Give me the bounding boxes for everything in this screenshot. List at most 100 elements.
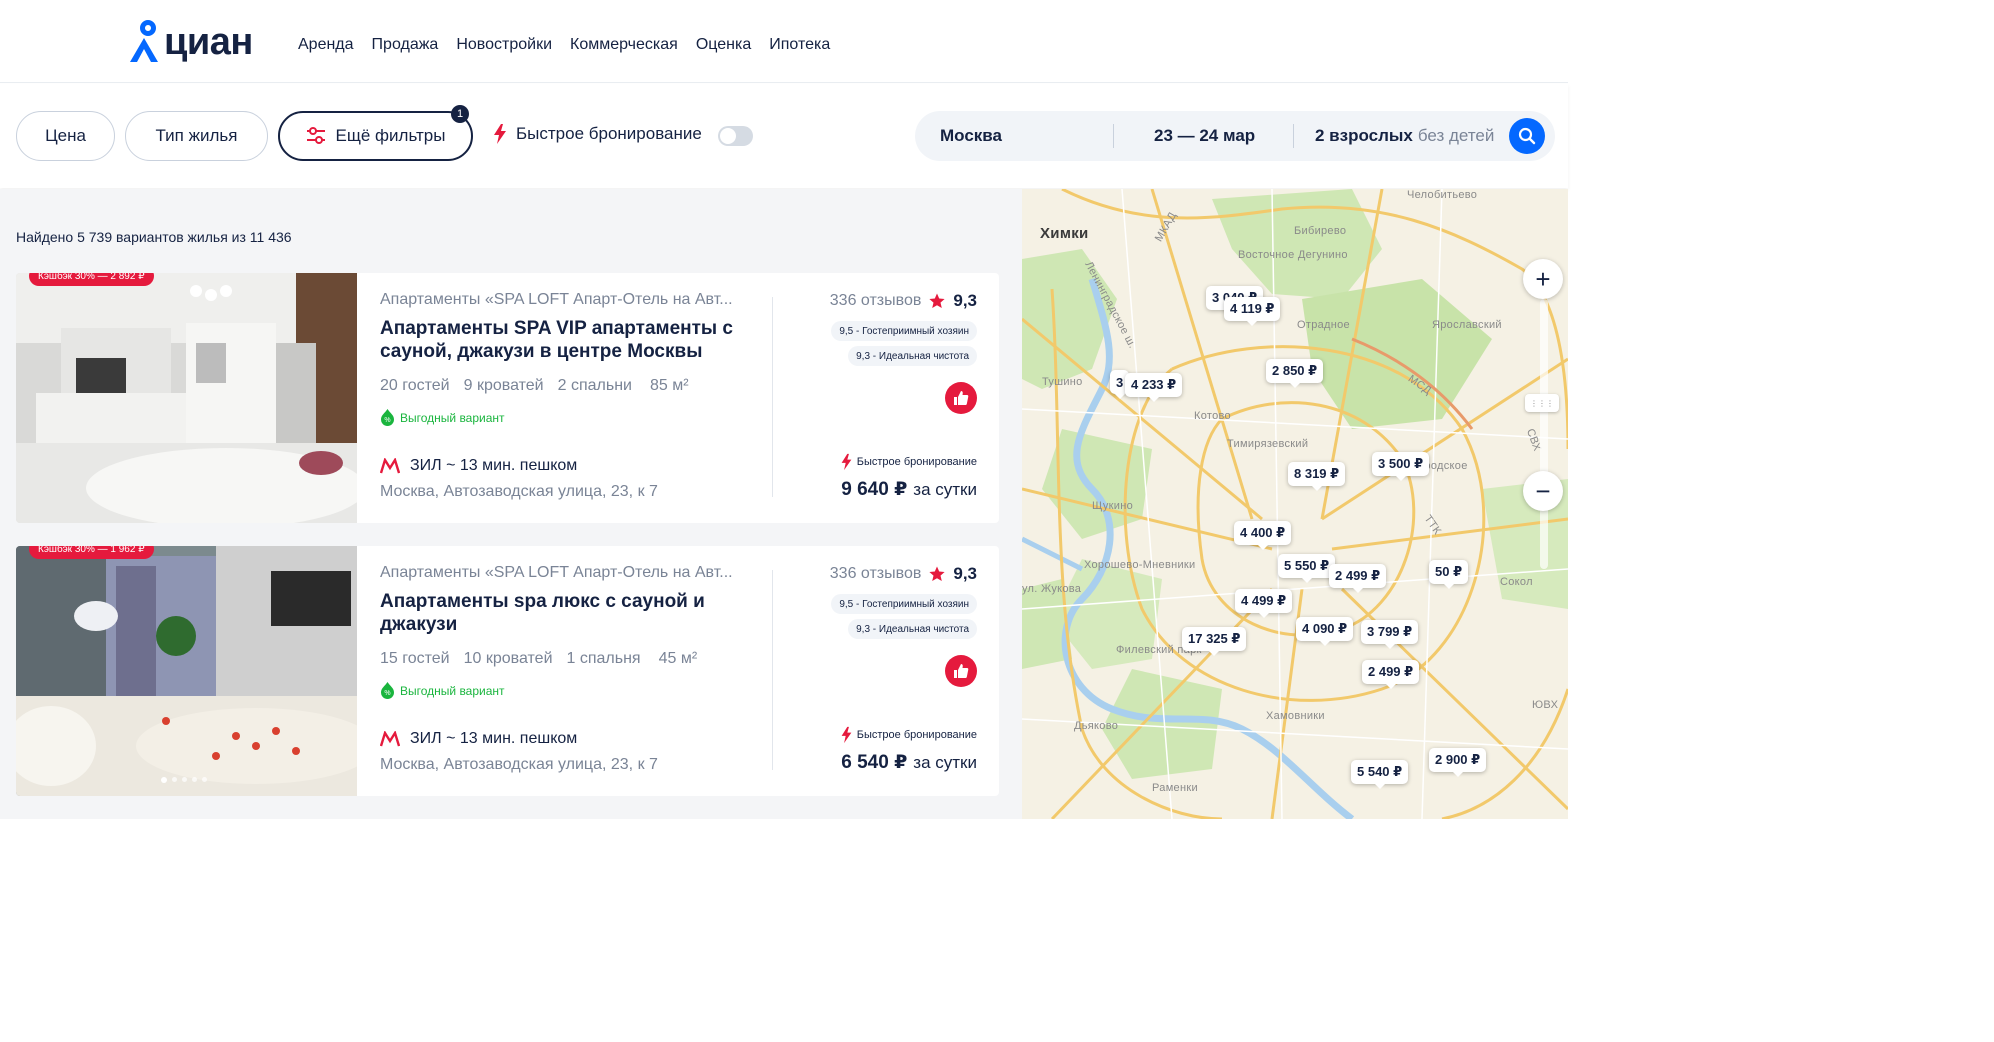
filter-bar: Цена Тип жилья Ещё фильтры 1 Быстрое бро…: [0, 84, 1568, 188]
price-pin[interactable]: 4 233 ₽: [1125, 373, 1183, 402]
nav-mortgage[interactable]: Ипотека: [769, 36, 830, 54]
price-pin[interactable]: 2 900 ₽: [1429, 748, 1487, 777]
guests-count: 15 гостей: [380, 650, 450, 667]
nav-valuation[interactable]: Оценка: [696, 36, 751, 54]
star-icon: [929, 566, 945, 581]
map-label: Тимирязевский: [1227, 438, 1309, 450]
map-label: Хамовники: [1266, 710, 1325, 722]
map-label: Сокол: [1500, 576, 1533, 588]
search-button[interactable]: [1509, 118, 1545, 154]
nav-new-buildings[interactable]: Новостройки: [456, 36, 552, 54]
housing-type-filter-button[interactable]: Тип жилья: [125, 111, 268, 161]
nav-rent[interactable]: Аренда: [298, 36, 354, 54]
price-pin[interactable]: 8 319 ₽: [1288, 462, 1346, 491]
listing-title[interactable]: Апартаменты spa люкс с сауной и джакузи: [380, 590, 740, 636]
price-filter-label: Цена: [45, 126, 86, 145]
price-pin[interactable]: 4 119 ₽: [1224, 297, 1281, 326]
nav-commercial[interactable]: Коммерческая: [570, 36, 678, 54]
thumbs-up-icon: [954, 664, 969, 678]
search-bar: Москва 23 — 24 мар 2 взрослых без детей: [915, 111, 1555, 161]
listing-info: Апартаменты «SPA LOFT Апарт-Отель на Авт…: [380, 273, 760, 523]
beds-count: 10 кроватей: [463, 650, 553, 667]
nav-sale[interactable]: Продажа: [372, 36, 439, 54]
listing-title[interactable]: Апартаменты SPA VIP апартаменты с сауной…: [380, 317, 740, 363]
map-label: Дьяково: [1074, 720, 1119, 732]
photo-pagination[interactable]: [161, 777, 207, 783]
quick-booking-toggle[interactable]: [718, 126, 753, 146]
rating-tag-host: 9,5 - Гостеприимный хозяин: [831, 594, 977, 614]
more-filters-button[interactable]: Ещё фильтры 1: [278, 105, 473, 161]
map[interactable]: Химки Челобитьево МКАД Бибирево Восточно…: [1022, 189, 1568, 819]
price-pin[interactable]: 2 499 ₽: [1329, 564, 1387, 593]
map-label: Раменки: [1152, 782, 1198, 794]
listing-side: 336 отзывов 9,3 9,5 - Гостеприимный хозя…: [776, 273, 977, 523]
listing-card[interactable]: Кэшбэк 30% — 2 892 ₽ Апартаменты «SPA LO…: [16, 273, 999, 523]
results-list: Найдено 5 739 вариантов жилья из 11 436 …: [0, 189, 1022, 819]
dates-field[interactable]: 23 — 24 мар: [1154, 111, 1255, 161]
metro-icon: [380, 458, 400, 474]
lightning-icon: [494, 124, 506, 144]
city-field[interactable]: Москва: [940, 111, 1002, 161]
main-nav: Аренда Продажа Новостройки Коммерческая …: [298, 36, 830, 54]
results-count: Найдено 5 739 вариантов жилья из 11 436: [16, 229, 292, 245]
like-button[interactable]: [945, 382, 977, 414]
listing-specs: 20 гостей 9 кроватей 2 спальни 85 м²: [380, 377, 689, 395]
price-pin[interactable]: 4 400 ₽: [1234, 521, 1292, 550]
map-label: ул. Жукова: [1022, 583, 1082, 595]
map-label: Челобитьево: [1407, 189, 1478, 201]
quick-booking-label: Быстрое бронирование: [840, 726, 977, 744]
logo[interactable]: циан: [126, 14, 253, 64]
price-pin[interactable]: 3 799 ₽: [1361, 620, 1419, 649]
lightning-icon: [841, 453, 852, 471]
map-label: Бибирево: [1294, 225, 1347, 237]
price-pin[interactable]: 4 090 ₽: [1296, 617, 1354, 646]
zoom-slider[interactable]: [1540, 299, 1548, 569]
zoom-in-icon: +: [1535, 263, 1551, 294]
rating-tag-host: 9,5 - Гостеприимный хозяин: [831, 321, 977, 341]
zoom-slider-handle[interactable]: ⋮⋮⋮: [1525, 394, 1559, 412]
logo-text: циан: [164, 21, 253, 63]
map-label: Отрадное: [1297, 319, 1350, 331]
reviews-rating[interactable]: 336 отзывов 9,3: [830, 291, 977, 311]
logo-pin-icon: [130, 20, 158, 62]
map-label: Химки: [1040, 225, 1089, 242]
housing-type-label: Тип жилья: [155, 126, 238, 145]
listing-card[interactable]: Кэшбэк 30% — 1 962 ₽ Апартаменты «SPA LO…: [16, 546, 999, 796]
metro-icon: [380, 731, 400, 747]
map-label: Тушино: [1042, 376, 1083, 388]
price-pin[interactable]: 2 499 ₽: [1362, 660, 1420, 689]
price-pin[interactable]: 50 ₽: [1429, 560, 1469, 589]
metro-text: ЗИЛ ~ 13 мин. пешком: [410, 457, 578, 474]
zoom-in-button[interactable]: +: [1523, 259, 1563, 299]
price-filter-button[interactable]: Цена: [16, 111, 115, 161]
like-button[interactable]: [945, 655, 977, 687]
price-pin[interactable]: 4 499 ₽: [1235, 589, 1293, 618]
quick-booking-text: Быстрое бронирование: [856, 729, 977, 741]
listing-specs: 15 гостей 10 кроватей 1 спальня 45 м²: [380, 650, 697, 668]
listing-subtitle[interactable]: Апартаменты «SPA LOFT Апарт-Отель на Авт…: [380, 564, 755, 582]
map-label: Котово: [1194, 410, 1231, 422]
good-deal-label: % Выгодный вариант: [380, 682, 505, 699]
dates-value: 23 — 24 мар: [1154, 126, 1256, 145]
thumbs-up-icon: [954, 391, 969, 405]
price-pin[interactable]: 5 540 ₽: [1351, 760, 1409, 789]
map-label: Ярославский: [1432, 319, 1502, 331]
listing-photo[interactable]: [16, 273, 357, 523]
listing-photo[interactable]: [16, 546, 357, 796]
reviews-rating[interactable]: 336 отзывов 9,3: [830, 564, 977, 584]
price-pin[interactable]: 17 325 ₽: [1182, 627, 1247, 656]
guests-field[interactable]: 2 взрослых без детей: [1315, 111, 1494, 161]
listing-price: 9 640 ₽ за сутки: [841, 478, 977, 501]
card-divider: [772, 570, 773, 770]
price-unit: за сутки: [913, 480, 977, 499]
metro-info: ЗИЛ ~ 13 мин. пешком: [380, 730, 577, 748]
listing-photo-image: [16, 546, 357, 796]
listing-subtitle[interactable]: Апартаменты «SPA LOFT Апарт-Отель на Авт…: [380, 291, 755, 309]
price-pin[interactable]: 2 850 ₽: [1266, 359, 1324, 388]
zoom-out-button[interactable]: −: [1523, 471, 1563, 511]
listing-info: Апартаменты «SPA LOFT Апарт-Отель на Авт…: [380, 546, 760, 796]
price-pin[interactable]: 3 500 ₽: [1372, 452, 1430, 481]
search-divider: [1293, 124, 1294, 148]
price-pin[interactable]: 5 550 ₽: [1278, 554, 1336, 583]
area: 85 м²: [649, 377, 689, 394]
